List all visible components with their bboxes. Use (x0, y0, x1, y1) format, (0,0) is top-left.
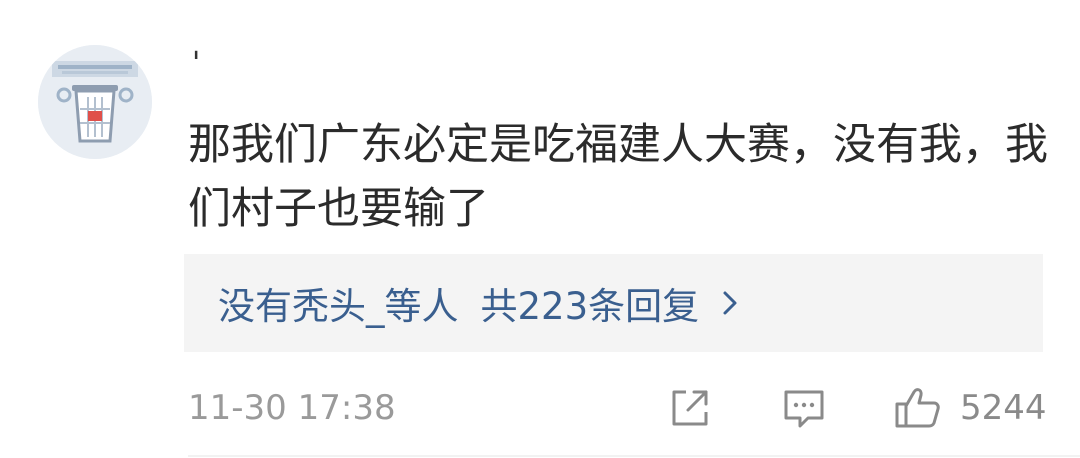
reply-count: 共223条回复 (480, 285, 700, 328)
comment-text: 那我们广东必定是吃福建人大赛，没有我，我们村子也要输了 (188, 120, 1048, 234)
like-count: 5244 (960, 388, 1047, 428)
thumbs-up-icon (895, 388, 940, 428)
username[interactable]: ' (192, 44, 200, 84)
like-button[interactable]: 5244 (894, 386, 1054, 430)
comment-button[interactable] (782, 386, 826, 430)
comment-icon (784, 390, 824, 428)
divider (188, 455, 1080, 457)
recycle-bin-icon (38, 45, 152, 159)
chevron-right-icon (723, 291, 737, 315)
comment-footer: 11-30 17:38 5244 (0, 380, 1080, 440)
comment-card: ' 那我们广东必定是吃福建人大赛，没有我，我们村子也要输了 没有秃头_等人 共2… (0, 0, 1080, 458)
reply-users: 没有秃头_等人 (218, 285, 459, 328)
replies-summary: 没有秃头_等人 共223条回复 (218, 276, 741, 330)
share-icon (672, 390, 708, 426)
share-button[interactable] (668, 386, 712, 430)
avatar[interactable] (38, 45, 152, 159)
timestamp: 11-30 17:38 (188, 388, 396, 428)
replies-preview-button[interactable]: 没有秃头_等人 共223条回复 (184, 254, 1043, 352)
